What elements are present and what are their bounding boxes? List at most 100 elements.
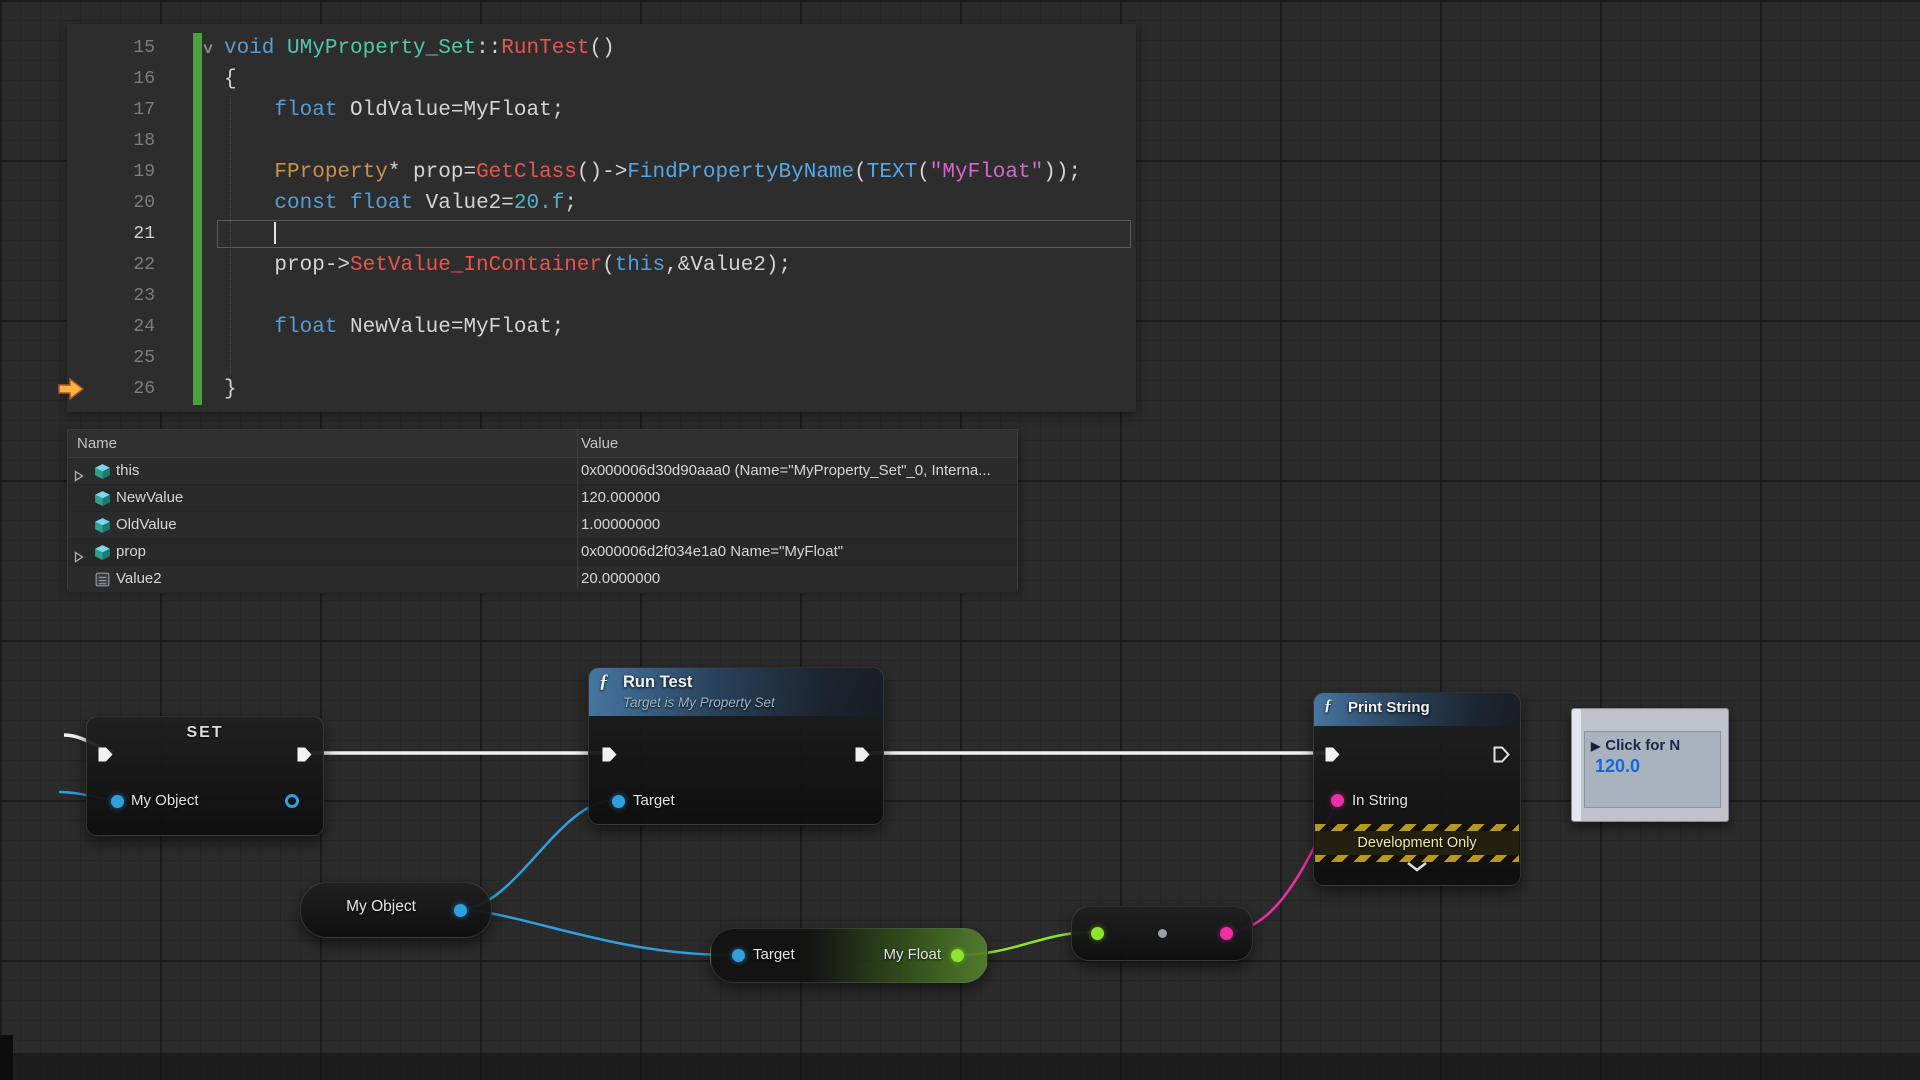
watch-variable-value[interactable]: 0x000006d2f034e1a0 Name="MyFloat" — [581, 539, 1013, 565]
watch-row-this[interactable]: this0x000006d30d90aaa0 (Name="MyProperty… — [68, 458, 1017, 485]
bottom-strip — [0, 1053, 1920, 1080]
set-node[interactable]: SET My Object — [86, 716, 324, 836]
development-only-label: Development Only — [1315, 831, 1519, 855]
line-number[interactable]: 20 — [67, 188, 155, 219]
watch-variable-name: prop — [116, 539, 146, 565]
code-line-22[interactable]: 22 prop->SetValue_InContainer(this,&Valu… — [67, 250, 1136, 281]
my-object-output-pin[interactable] — [454, 904, 467, 917]
blueprint-graph-canvas[interactable]: SET My Object ƒ Run Test Target is My Pr… — [0, 0, 1920, 1080]
watch-row-NewValue[interactable]: NewValue 120.000000 — [68, 485, 1017, 512]
run-test-exec-out-pin[interactable] — [854, 746, 871, 763]
code-text[interactable]: prop->SetValue_InContainer(this,&Value2)… — [224, 250, 791, 281]
set-my-object-input-pin[interactable] — [111, 795, 124, 808]
play-icon: ▶ — [1591, 739, 1600, 753]
conversion-output-pin[interactable] — [1220, 927, 1233, 940]
set-exec-out-pin[interactable] — [296, 746, 313, 763]
execution-pointer-icon — [56, 377, 86, 401]
function-icon: ƒ — [1324, 697, 1332, 715]
my-object-getter-node[interactable]: My Object — [300, 882, 492, 938]
code-text[interactable]: float OldValue=MyFloat; — [224, 95, 564, 126]
watch-variable-name: NewValue — [116, 485, 183, 511]
conversion-input-pin[interactable] — [1091, 927, 1104, 940]
line-number[interactable]: 18 — [67, 126, 155, 157]
set-my-object-label: My Object — [131, 790, 199, 812]
expand-chevron-icon[interactable] — [1406, 861, 1428, 872]
set-node-title: SET — [87, 724, 323, 742]
to-string-conversion-node[interactable] — [1071, 906, 1253, 961]
watch-variable-name: OldValue — [116, 512, 177, 538]
watch-header: Name Value — [68, 430, 1017, 458]
my-float-output-pin[interactable] — [951, 949, 964, 962]
line-number[interactable]: 16 — [67, 64, 155, 95]
code-line-18[interactable]: 18 — [67, 126, 1136, 157]
watch-row-OldValue[interactable]: OldValue 1.00000000 — [68, 512, 1017, 539]
code-line-15[interactable]: 15 >void UMyProperty_Set::RunTest() — [67, 33, 1136, 64]
watch-variable-value[interactable]: 1.00000000 — [581, 512, 1013, 538]
code-line-19[interactable]: 19 FProperty* prop=GetClass()->FindPrope… — [67, 157, 1136, 188]
print-string-in-string-pin[interactable] — [1331, 794, 1344, 807]
line-number[interactable]: 23 — [67, 281, 155, 312]
code-line-23[interactable]: 23 — [67, 281, 1136, 312]
conversion-center-dot — [1158, 929, 1167, 938]
watch-variable-value[interactable]: 0x000006d30d90aaa0 (Name="MyProperty_Set… — [581, 458, 1013, 484]
line-number[interactable]: 21 — [67, 219, 155, 250]
watch-variable-name: Value2 — [116, 566, 162, 592]
code-line-21[interactable]: 21 — [67, 219, 1136, 250]
code-text[interactable]: } — [224, 374, 237, 405]
popup-body: ▶Click for N 120.0 — [1584, 731, 1721, 808]
watch-column-name: Name — [77, 430, 117, 457]
my-float-target-pin[interactable] — [732, 949, 745, 962]
run-test-target-pin[interactable] — [612, 795, 625, 808]
change-bar — [193, 33, 202, 405]
watch-variable-value[interactable]: 120.000000 — [581, 485, 1013, 511]
debug-popup-value: 120.0 — [1585, 756, 1720, 777]
corner-block — [0, 1035, 13, 1080]
watch-row-Value2[interactable]: Value2 20.0000000 — [68, 566, 1017, 593]
watch-column-divider[interactable] — [577, 430, 578, 588]
line-number[interactable]: 25 — [67, 343, 155, 374]
code-line-26[interactable]: 26} — [67, 374, 1136, 405]
code-line-24[interactable]: 24 float NewValue=MyFloat; — [67, 312, 1136, 343]
line-number[interactable]: 22 — [67, 250, 155, 281]
debug-value-popup[interactable]: ▶Click for N 120.0 — [1571, 708, 1729, 822]
print-string-title: Print String — [1348, 699, 1430, 716]
code-text[interactable]: { — [224, 64, 237, 95]
code-text[interactable]: const float Value2=20.f; — [224, 188, 577, 219]
print-string-exec-in-pin[interactable] — [1324, 746, 1341, 763]
print-string-exec-out-pin[interactable] — [1493, 746, 1510, 763]
code-lines: 15 >void UMyProperty_Set::RunTest()16 {17 … — [67, 33, 1136, 405]
run-test-exec-in-pin[interactable] — [601, 746, 618, 763]
hazard-stripe — [1315, 824, 1519, 831]
code-line-16[interactable]: 16 { — [67, 64, 1136, 95]
function-icon: ƒ — [599, 671, 609, 693]
code-line-17[interactable]: 17 float OldValue=MyFloat; — [67, 95, 1136, 126]
line-number[interactable]: 15 — [67, 33, 155, 64]
code-text[interactable] — [224, 219, 276, 250]
code-line-25[interactable]: 25 — [67, 343, 1136, 374]
watch-window[interactable]: Name Value this0x000006d30d90aaa0 (Name=… — [67, 429, 1018, 589]
watch-row-prop[interactable]: prop 0x000006d2f034e1a0 Name="MyFloat" — [68, 539, 1017, 566]
line-number[interactable]: 19 — [67, 157, 155, 188]
set-output-pin[interactable] — [285, 794, 299, 808]
code-fold-chevron-icon[interactable]: > — [191, 43, 222, 53]
watch-rows: this0x000006d30d90aaa0 (Name="MyProperty… — [68, 458, 1017, 593]
code-editor-panel[interactable]: 15 >void UMyProperty_Set::RunTest()16 {17 … — [67, 24, 1136, 412]
run-test-subtitle: Target is My Property Set — [623, 695, 775, 710]
line-number[interactable]: 17 — [67, 95, 155, 126]
set-exec-in-pin[interactable] — [97, 746, 114, 763]
print-string-node[interactable]: ƒ Print String In String Development Onl… — [1313, 692, 1521, 886]
code-line-20[interactable]: 20 const float Value2=20.f; — [67, 188, 1136, 219]
run-test-node[interactable]: ƒ Run Test Target is My Property Set Tar… — [588, 667, 884, 825]
get-my-float-node[interactable]: Target My Float — [710, 928, 988, 983]
line-number[interactable]: 24 — [67, 312, 155, 343]
watch-variable-value[interactable]: 20.0000000 — [581, 566, 1013, 592]
object-wire-myobject-to-myfloat-target — [461, 909, 732, 955]
code-text[interactable]: FProperty* prop=GetClass()->FindProperty… — [224, 157, 1081, 188]
struct-variable-icon — [94, 571, 111, 597]
run-test-target-label: Target — [633, 790, 675, 812]
code-text[interactable]: void UMyProperty_Set::RunTest() — [224, 33, 615, 64]
print-string-header: ƒ Print String — [1314, 693, 1520, 726]
popup-edge-strip — [1572, 709, 1581, 821]
my-float-output-label: My Float — [883, 944, 941, 966]
code-text[interactable]: float NewValue=MyFloat; — [224, 312, 564, 343]
